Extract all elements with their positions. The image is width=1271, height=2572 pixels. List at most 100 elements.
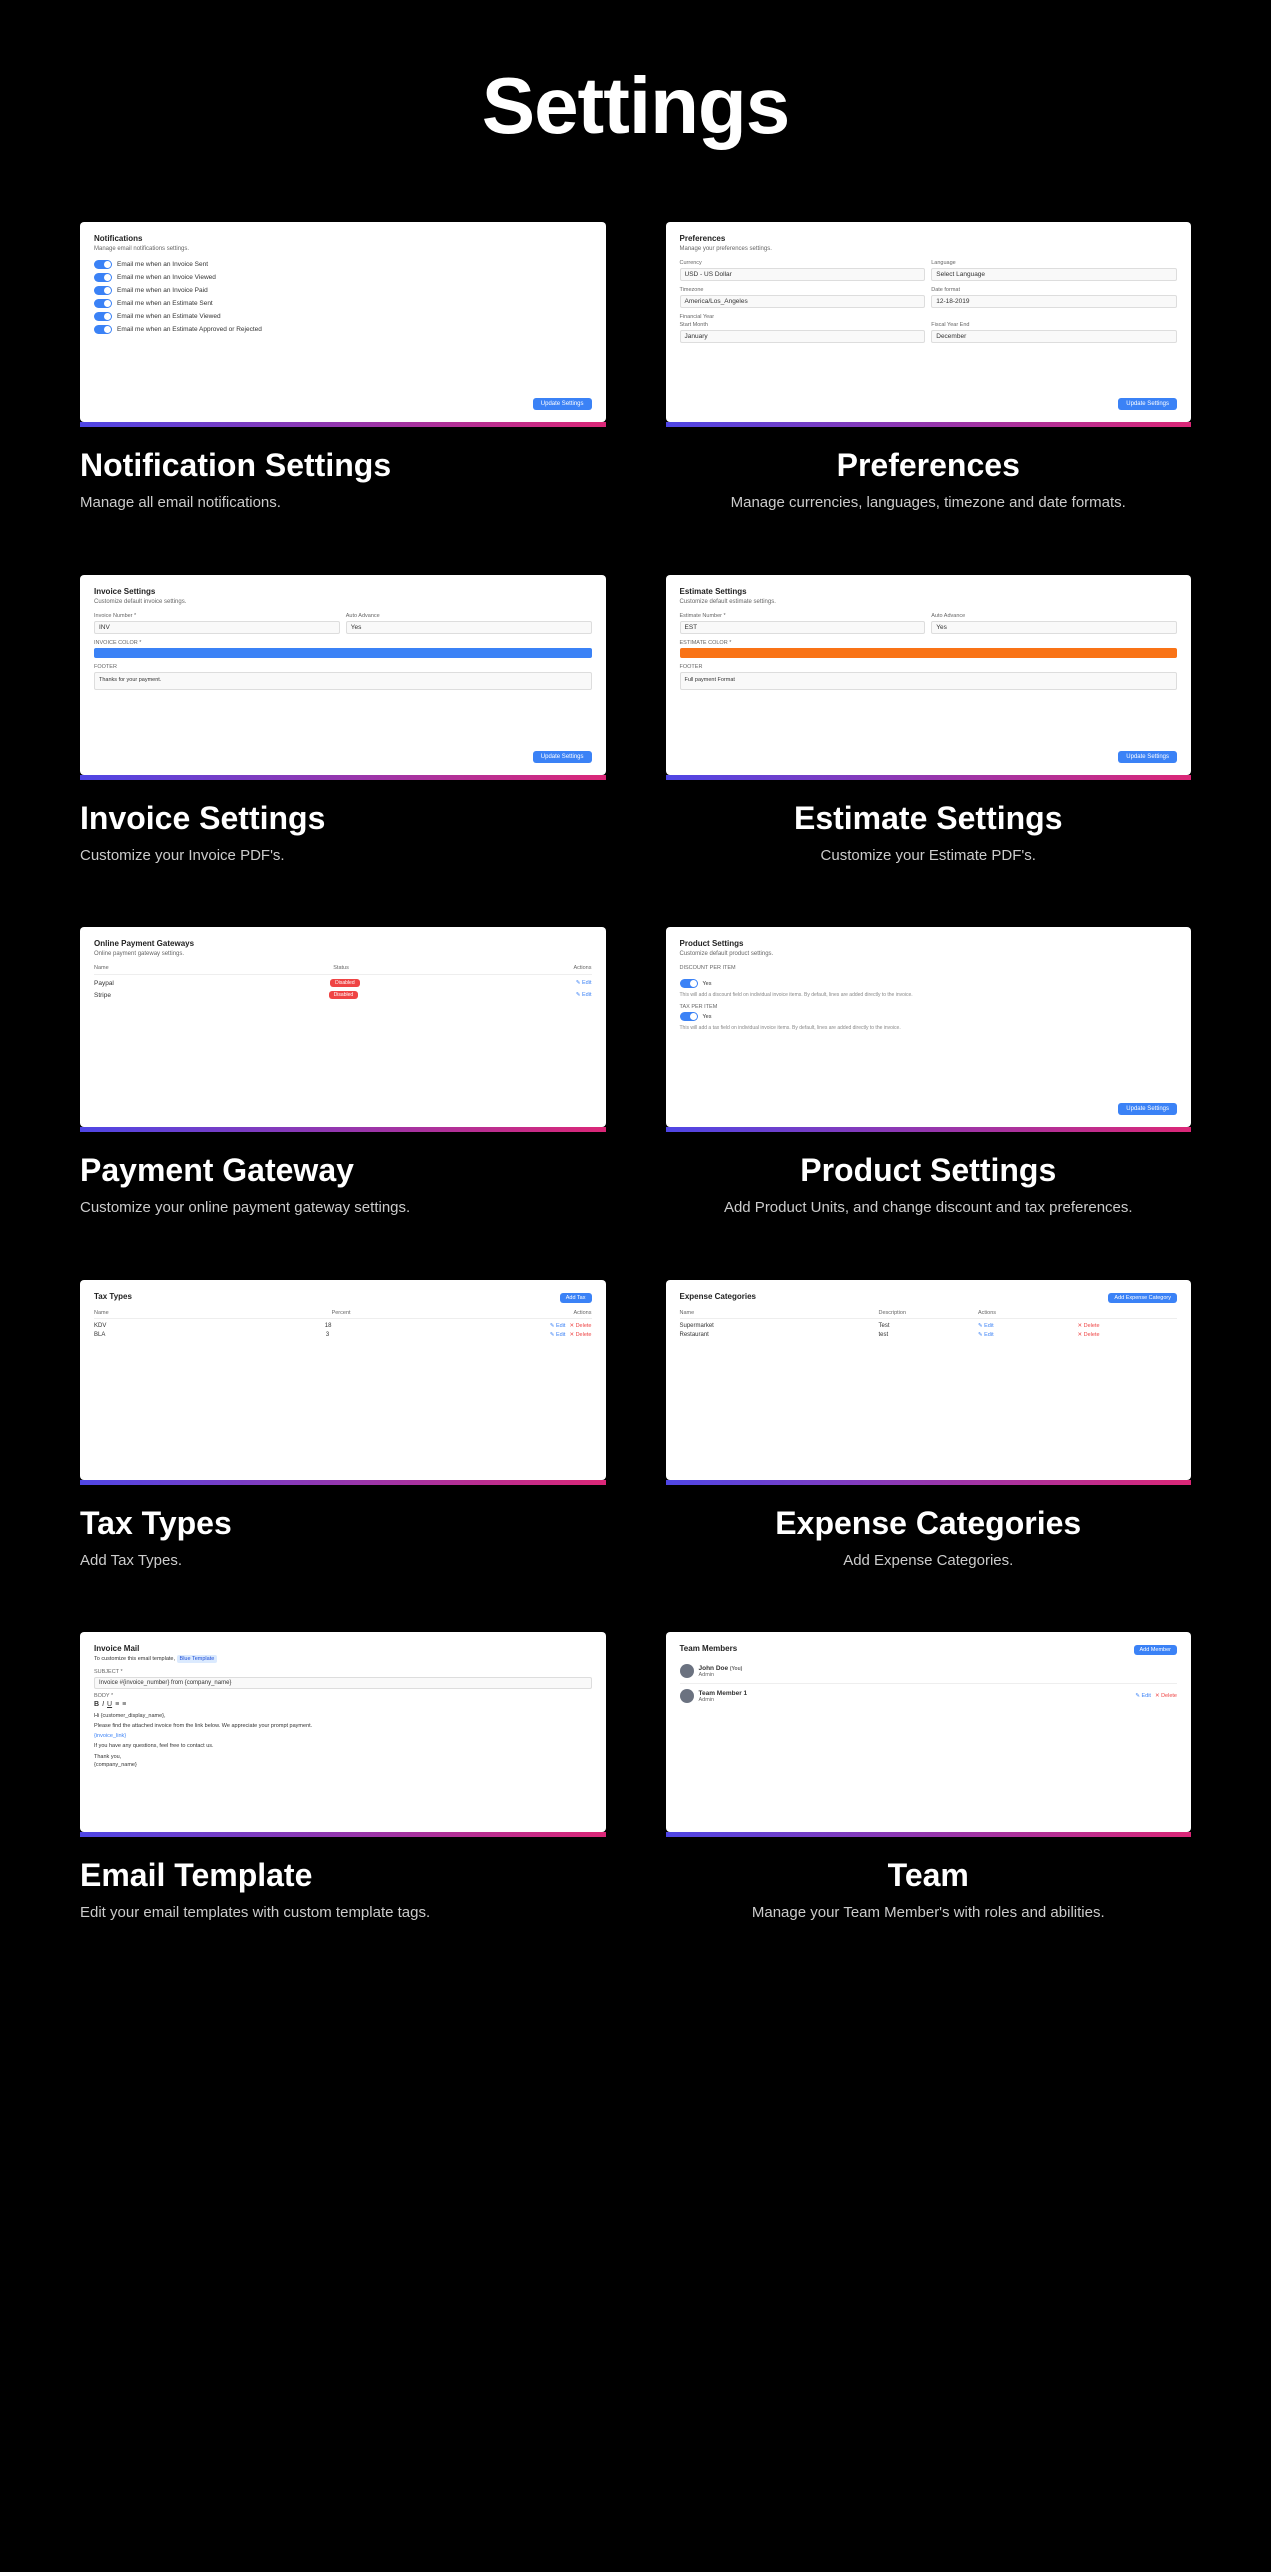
prev-inv-btn: Update Settings	[533, 751, 592, 763]
card-desc-notification-settings: Manage all email notifications.	[80, 492, 606, 515]
email-italic-icon: I	[102, 1701, 104, 1708]
toggle-row-5: Email me when an Estimate Viewed	[94, 312, 592, 321]
pg-header: Name Status Actions	[94, 965, 592, 975]
pg-edit-stripe: ✎ Edit	[576, 992, 592, 998]
team-member-details-1: Team Member 1 Admin	[699, 1690, 748, 1703]
email-list-icon: ≡	[115, 1701, 119, 1708]
card-title-team: Team	[666, 1857, 1192, 1894]
inv-footer-text: Thanks for your payment.	[94, 672, 592, 690]
card-bar-10	[666, 1832, 1192, 1837]
pref-language: Language Select Language	[931, 260, 1177, 281]
ps-tax-label: TAX PER ITEM	[680, 1004, 1178, 1010]
card-bar-8	[666, 1480, 1192, 1485]
pg-status-paypal: Disabled	[330, 979, 359, 987]
team-edit-1: ✎ Edit	[1135, 1693, 1151, 1699]
prev-exp-add-btn: Add Expense Category	[1108, 1293, 1177, 1303]
ps-tax-desc: This will add a tax field on individual …	[680, 1025, 1178, 1031]
prev-ps-subtitle: Customize default product settings.	[680, 951, 1178, 957]
tax-del-kdv: ✕ Delete	[569, 1323, 591, 1329]
card-bar-6	[666, 1127, 1192, 1132]
exp-table-header: Name Description Actions	[680, 1310, 1178, 1319]
prev-team-add-btn: Add Member	[1134, 1645, 1178, 1655]
exp-col-actions: Actions	[978, 1310, 1078, 1316]
card-title-expense-categories: Expense Categories	[666, 1505, 1192, 1542]
tax-row-bla: BLA 3 ✎ Edit ✕ Delete	[94, 1332, 592, 1338]
card-desc-tax-types: Add Tax Types.	[80, 1550, 606, 1573]
prev-pg-title: Online Payment Gateways	[94, 939, 592, 948]
card-title-notification-settings: Notification Settings	[80, 447, 606, 484]
toggle-icon-4	[94, 299, 112, 308]
prev-est-subtitle: Customize default estimate settings.	[680, 599, 1178, 605]
card-preferences[interactable]: Preferences Manage your preferences sett…	[666, 222, 1192, 515]
card-bar-2	[666, 422, 1192, 427]
exp-header-row: Expense Categories Add Expense Category	[680, 1292, 1178, 1304]
toggle-row-1: Email me when an Invoice Sent	[94, 260, 592, 269]
tax-actions-kdv: ✎ Edit ✕ Delete	[550, 1323, 592, 1329]
card-notification-settings[interactable]: Notifications Manage email notifications…	[80, 222, 606, 515]
tax-name-kdv: KDV	[94, 1323, 106, 1329]
email-body-label: BODY *	[94, 1693, 592, 1699]
tax-row-kdv: KDV 18 ✎ Edit ✕ Delete	[94, 1323, 592, 1329]
pg-name-paypal: Paypal	[94, 980, 114, 987]
card-email-template[interactable]: Invoice Mail To customize this email tem…	[80, 1632, 606, 1925]
toggle-icon-6	[94, 325, 112, 334]
card-payment-gateway[interactable]: Online Payment Gateways Online payment g…	[80, 927, 606, 1220]
card-title-product-settings: Product Settings	[666, 1152, 1192, 1189]
est-auto-field: Auto Advance Yes	[931, 613, 1177, 634]
pref-fy-grid: Start Month January Fiscal Year End Dece…	[680, 322, 1178, 343]
est-footer-text: Full payment Format	[680, 672, 1178, 690]
email-preview-intro: To customize this email template, Blue T…	[94, 1656, 592, 1664]
est-number-field: Estimate Number * EST	[680, 613, 926, 634]
card-bar-9	[80, 1832, 606, 1837]
prev-est-btn: Update Settings	[1118, 751, 1177, 763]
team-actions-1: ✎ Edit ✕ Delete	[1135, 1693, 1177, 1699]
pg-col-name: Name	[94, 965, 109, 971]
preview-payment-gateway: Online Payment Gateways Online payment g…	[80, 927, 606, 1127]
tax-actions-bla: ✎ Edit ✕ Delete	[550, 1332, 592, 1338]
card-estimate-settings[interactable]: Estimate Settings Customize default esti…	[666, 575, 1192, 868]
team-divider	[680, 1683, 1178, 1684]
toggle-row-2: Email me when an Invoice Viewed	[94, 273, 592, 282]
team-row-john: John Doe (You) Admin	[680, 1664, 1178, 1678]
prev-inv-title: Invoice Settings	[94, 587, 592, 596]
inv-color-section: INVOICE COLOR *	[94, 640, 592, 658]
toggle-icon-5	[94, 312, 112, 321]
email-subject-value: Invoice #{invoice_number} from {company_…	[94, 1677, 592, 1689]
team-name-1: Team Member 1	[699, 1690, 748, 1697]
card-title-estimate-settings: Estimate Settings	[666, 800, 1192, 837]
preview-email-template: Invoice Mail To customize this email tem…	[80, 1632, 606, 1832]
inv-number-field: Invoice Number * INV	[94, 613, 340, 634]
preview-tax-types: Tax Types Add Tax Name Percent Actions K…	[80, 1280, 606, 1480]
card-invoice-settings[interactable]: Invoice Settings Customize default invoi…	[80, 575, 606, 868]
card-title-invoice-settings: Invoice Settings	[80, 800, 606, 837]
preview-product-settings: Product Settings Customize default produ…	[666, 927, 1192, 1127]
prev-ps-btn: Update Settings	[1118, 1103, 1177, 1115]
ps-tax-toggle-row: Yes	[680, 1012, 1178, 1021]
card-title-tax-types: Tax Types	[80, 1505, 606, 1542]
card-team[interactable]: Team Members Add Member John Doe (You) A…	[666, 1632, 1192, 1925]
card-tax-types[interactable]: Tax Types Add Tax Name Percent Actions K…	[80, 1280, 606, 1573]
ps-discount-toggle-row: Yes	[680, 979, 1178, 988]
tax-del-bla: ✕ Delete	[569, 1332, 591, 1338]
exp-desc-restaurant: test	[879, 1332, 979, 1338]
card-desc-estimate-settings: Customize your Estimate PDF's.	[821, 845, 1036, 868]
pg-col-actions: Actions	[573, 965, 591, 971]
inv-footer-section: FOOTER Thanks for your payment.	[94, 664, 592, 690]
toggle-row-6: Email me when an Estimate Approved or Re…	[94, 325, 592, 334]
pref-start-month: Start Month January	[680, 322, 926, 343]
prev-notif-subtitle: Manage email notifications settings.	[94, 246, 592, 252]
email-body-text: Hi {customer_display_name}, Please find …	[94, 1712, 592, 1770]
team-member-info-john: John Doe (You) Admin	[680, 1664, 743, 1678]
toggle-row-4: Email me when an Estimate Sent	[94, 299, 592, 308]
card-title-email-template: Email Template	[80, 1857, 606, 1894]
card-product-settings[interactable]: Product Settings Customize default produ…	[666, 927, 1192, 1220]
tax-edit-kdv: ✎ Edit	[550, 1323, 566, 1329]
tax-name-bla: BLA	[94, 1332, 105, 1338]
prev-tax-title: Tax Types	[94, 1292, 132, 1301]
card-bar-1	[80, 422, 606, 427]
prev-notif-btn: Update Settings	[533, 398, 592, 410]
team-header-row: Team Members Add Member	[680, 1644, 1178, 1656]
prev-pref-btn: Update Settings	[1118, 398, 1177, 410]
prev-inv-subtitle: Customize default invoice settings.	[94, 599, 592, 605]
card-expense-categories[interactable]: Expense Categories Add Expense Category …	[666, 1280, 1192, 1573]
